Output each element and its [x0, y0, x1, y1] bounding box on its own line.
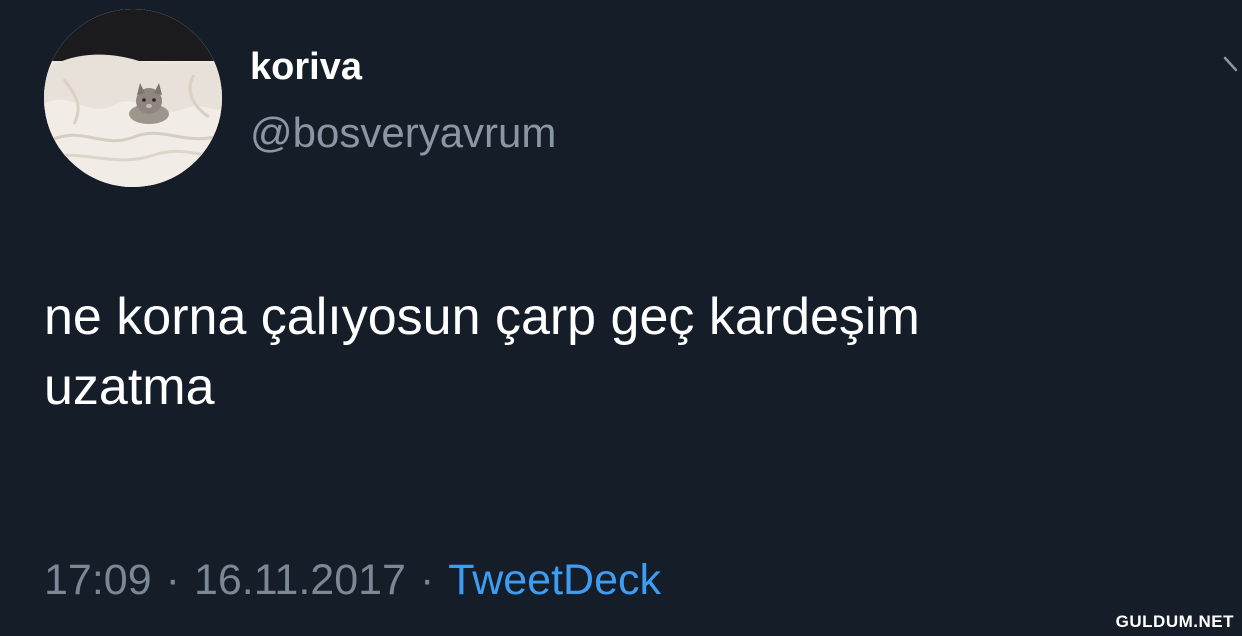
tweet-text-line: ne korna çalıyosun çarp geç kardeşim [44, 288, 920, 346]
meta-separator: · [419, 556, 435, 604]
avatar-cat-photo [44, 9, 222, 187]
watermark: GULDUM.NET [1115, 612, 1234, 631]
user-handle[interactable]: @bosveryavrum [250, 108, 556, 158]
chevron-down-icon[interactable] [1222, 50, 1242, 90]
avatar[interactable] [44, 9, 222, 187]
tweet-card: koriva @bosveryavrum ne korna çalıyosun … [0, 0, 1242, 636]
tweet-time[interactable]: 17:09 [44, 556, 152, 604]
tweet-meta: 17:09 · 16.11.2017 · TweetDeck [44, 552, 661, 608]
tweet-date[interactable]: 16.11.2017 [194, 556, 406, 604]
meta-separator: · [165, 556, 180, 604]
tweet-text: ne korna çalıyosun çarp geç kardeşim uza… [44, 282, 1234, 422]
display-name[interactable]: koriva [250, 42, 362, 92]
tweet-text-line: uzatma [44, 358, 215, 416]
tweet-source-link[interactable]: TweetDeck [448, 556, 661, 604]
